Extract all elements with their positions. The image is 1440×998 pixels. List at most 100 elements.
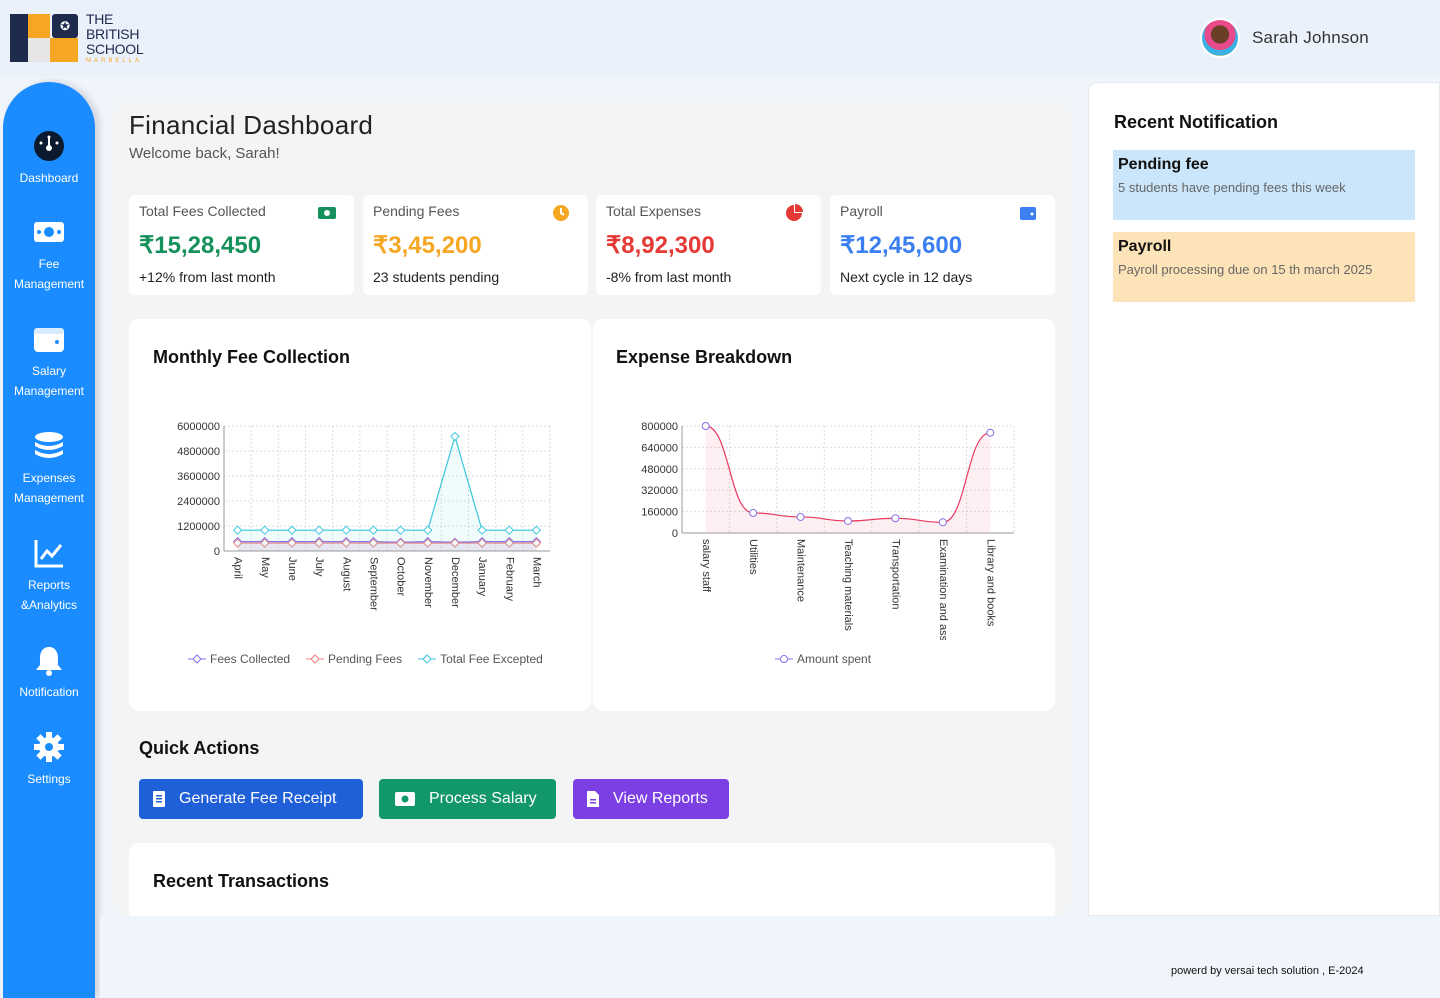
line-chart-icon	[34, 540, 63, 568]
avatar[interactable]	[1200, 18, 1240, 58]
x-tick-label: June	[286, 557, 298, 581]
y-tick-label: 1200000	[177, 521, 220, 533]
sidebar-item-reports-analytics[interactable]: Reports &Analytics	[3, 537, 95, 615]
legend-item[interactable]: Total Fee Excepted	[418, 652, 543, 666]
expense-legend: Amount spent	[775, 652, 871, 666]
document-icon	[587, 791, 599, 807]
button-label: Generate Fee Receipt	[179, 790, 337, 807]
stat-card-pending-fees[interactable]: Pending Fees ₹3,45,200 23 students pendi…	[363, 195, 588, 295]
x-tick-label: December	[449, 557, 461, 608]
notification-item[interactable]: Pending fee 5 students have pending fees…	[1113, 150, 1415, 220]
sidebar-item-notification[interactable]: Notification	[3, 644, 95, 702]
monthly-fee-chart: 0 1200000 2400000 3600000 4800000 6000000 Apri…	[177, 421, 551, 611]
sidebar-item-salary-management[interactable]: Salary Management	[3, 323, 95, 401]
sidebar-item-expenses-management[interactable]: Expenses Management	[3, 430, 95, 508]
card-label: Pending Fees	[373, 203, 460, 219]
y-tick-label: 0	[672, 528, 678, 540]
data-point	[891, 514, 900, 523]
x-tick-label: salary staff	[700, 539, 712, 593]
x-tick-label: August	[340, 557, 352, 591]
sidebar-item-fee-management[interactable]: Fee Management	[3, 216, 95, 294]
card-label: Payroll	[840, 203, 883, 219]
money-bill-icon	[318, 207, 336, 219]
notifications-title: Recent Notification	[1114, 112, 1279, 132]
legend-item[interactable]: Pending Fees	[306, 652, 402, 666]
dashboard-gauge-icon	[34, 131, 64, 161]
sidebar: Dashboard Fee Management Salary Manageme…	[3, 82, 95, 998]
data-point	[796, 512, 805, 521]
stat-card-total-fees[interactable]: Total Fees Collected ₹15,28,450 +12% fro…	[129, 195, 354, 295]
legend-marker-icon	[306, 654, 325, 664]
x-tick-label: April	[232, 557, 244, 579]
notification-item[interactable]: Payroll Payroll processing due on 15 th …	[1113, 232, 1415, 302]
expense-chart: 0 160000 320000 480000 640000 800000 salary st…	[641, 421, 1015, 640]
legend-item[interactable]: Fees Collected	[188, 652, 290, 666]
y-tick-label: 160000	[641, 507, 678, 519]
legend-marker-icon	[188, 654, 206, 664]
x-tick-label: October	[395, 557, 407, 596]
card-value: ₹8,92,300	[606, 232, 715, 259]
card-note: 23 students pending	[373, 269, 500, 285]
x-tick-label: July	[313, 557, 325, 577]
user-profile[interactable]: Sarah Johnson	[1200, 18, 1369, 58]
footer-bar	[100, 916, 1440, 998]
sidebar-item-settings[interactable]: Settings	[3, 731, 95, 789]
sidebar-item-label: Salary Management	[13, 364, 85, 398]
card-label: Total Fees Collected	[139, 203, 266, 219]
x-tick-label: January	[476, 557, 488, 597]
y-tick-label: 2400000	[177, 496, 220, 508]
user-name: Sarah Johnson	[1252, 28, 1369, 47]
data-point	[844, 516, 852, 525]
sidebar-item-dashboard[interactable]: Dashboard	[3, 130, 95, 188]
data-point	[450, 431, 460, 442]
top-header: ✪ THE BRITISH SCHOOL MARBELLA Sarah John…	[0, 0, 1440, 76]
clock-icon	[553, 205, 569, 221]
button-label: View Reports	[613, 790, 708, 807]
series-area	[237, 436, 537, 551]
legend-item[interactable]: Amount spent	[775, 652, 871, 666]
card-value: ₹15,28,450	[139, 232, 262, 259]
monthly-fee-chart-title: Monthly Fee Collection	[153, 347, 351, 367]
wallet-icon	[1020, 207, 1036, 220]
card-value: ₹3,45,200	[373, 232, 482, 259]
y-tick-label: 3600000	[177, 471, 220, 483]
expense-chart-title: Expense Breakdown	[616, 347, 793, 367]
sidebar-item-label: Dashboard	[19, 171, 79, 185]
x-tick-label: Transportation	[890, 539, 902, 610]
button-label: Process Salary	[429, 790, 537, 807]
x-tick-label: Utilities	[747, 539, 759, 575]
y-tick-label: 0	[214, 546, 220, 558]
bell-icon	[36, 647, 62, 676]
quick-actions-title: Quick Actions	[139, 738, 260, 758]
data-point	[749, 508, 758, 517]
x-tick-label: Maintenance	[795, 539, 807, 602]
data-point	[701, 422, 710, 430]
view-reports-button[interactable]: View Reports	[573, 779, 729, 819]
wallet-icon	[34, 328, 64, 352]
stat-card-total-expenses[interactable]: Total Expenses ₹8,92,300 -8% from last m…	[596, 195, 821, 295]
sidebar-item-label: Settings	[27, 772, 71, 786]
money-bill-icon	[395, 792, 415, 806]
x-tick-label: March	[531, 557, 543, 588]
generate-fee-receipt-button[interactable]: Generate Fee Receipt	[139, 779, 363, 819]
x-tick-label: May	[259, 557, 271, 578]
y-tick-label: 6000000	[177, 421, 220, 433]
legend-label: Pending Fees	[328, 652, 403, 666]
process-salary-button[interactable]: Process Salary	[379, 779, 556, 819]
receipt-icon	[153, 791, 165, 807]
stat-card-payroll[interactable]: Payroll ₹12,45,600 Next cycle in 12 days	[830, 195, 1055, 295]
legend-marker-icon	[418, 654, 437, 664]
school-logo[interactable]: ✪ THE BRITISH SCHOOL MARBELLA	[10, 12, 160, 64]
x-tick-label: February	[503, 557, 515, 602]
card-note: Next cycle in 12 days	[840, 269, 973, 285]
sidebar-item-label: Reports &Analytics	[20, 578, 78, 612]
legend-label: Amount spent	[797, 652, 872, 666]
monthly-fee-legend: Fees Collected Pending Fees Total Fee Ex…	[188, 652, 543, 666]
legend-label: Total Fee Excepted	[440, 652, 543, 666]
gear-icon	[34, 732, 64, 762]
x-tick-label: November	[422, 557, 434, 608]
series-line	[705, 425, 991, 523]
y-tick-label: 320000	[641, 485, 678, 497]
sidebar-item-label: Expenses Management	[13, 471, 85, 505]
data-point	[938, 518, 947, 527]
